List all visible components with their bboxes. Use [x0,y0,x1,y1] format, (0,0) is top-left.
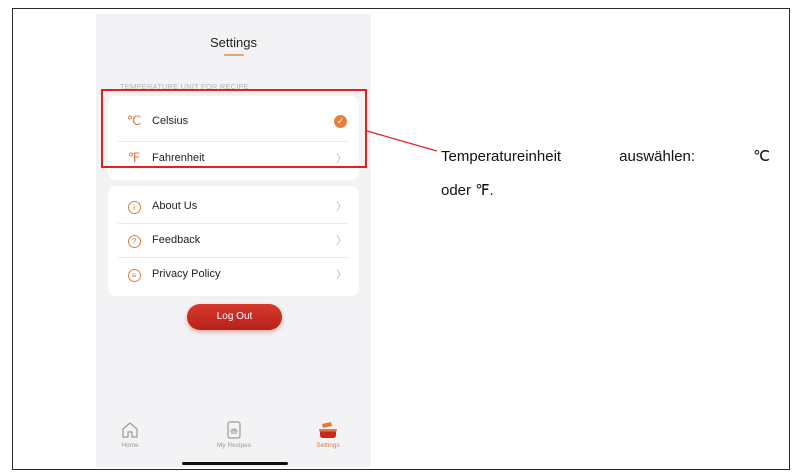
callout-line [367,130,437,152]
privacy-policy-item[interactable]: ≡ Privacy Policy 〉 [108,257,359,291]
tab-home-label: Home [121,442,139,449]
tab-my-recipes[interactable]: My Recipes [204,420,264,449]
feedback-label: Feedback [152,234,201,246]
tab-settings[interactable]: Settings [298,420,358,449]
privacy-policy-label: Privacy Policy [152,268,221,280]
logout-button[interactable]: Log Out [187,304,282,330]
about-us-item[interactable]: i About Us 〉 [108,189,359,223]
title-underline [224,54,244,56]
tab-my-recipes-label: My Recipes [217,442,251,449]
phone-screen: Settings TEMPERATURE UNIT FOR RECIPE ℃ C… [96,14,371,467]
annotation-line-2: oder ℉. [441,182,494,199]
page-title: Settings [210,35,257,50]
bottom-tab-bar: Home My Recipes Settings [96,414,371,467]
info-icon: i [127,201,141,214]
annotation-line-1: Temperatureinheit auswählen: ℃ [441,140,770,174]
info-card: i About Us 〉 ? Feedback 〉 ≡ Privacy Poli… [108,186,359,296]
chevron-right-icon: 〉 [336,201,347,213]
chevron-right-icon: 〉 [336,235,347,247]
about-us-label: About Us [152,200,198,212]
annotation-word: Temperatureinheit [441,148,562,165]
highlight-box [101,89,367,168]
tab-home[interactable]: Home [100,420,160,449]
tab-settings-label: Settings [316,442,340,449]
annotation-word: auswählen: [619,148,696,165]
question-icon: ? [127,235,141,248]
settings-pot-icon [319,422,337,438]
annotation-text: Temperatureinheit auswählen: ℃ oder ℉. [441,140,770,208]
home-indicator [182,462,288,465]
chevron-right-icon: 〉 [336,269,347,281]
document-icon: ≡ [127,269,141,282]
home-icon [122,422,138,438]
feedback-item[interactable]: ? Feedback 〉 [108,223,359,257]
annotation-word: ℃ [753,148,770,165]
recipe-book-icon [227,421,241,439]
